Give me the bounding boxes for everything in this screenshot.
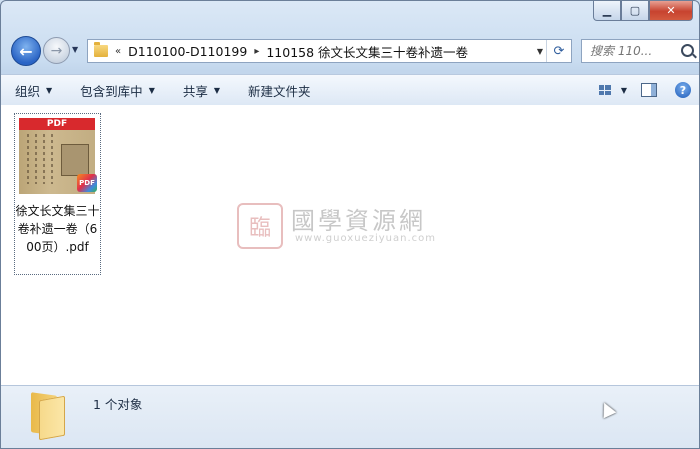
search-input[interactable] xyxy=(588,43,684,59)
page-illustration xyxy=(61,144,89,176)
file-item[interactable]: PDF PDF 徐文长文集三十卷补遗一卷（600页）.pdf xyxy=(14,113,101,275)
folder-front-decor xyxy=(39,395,65,441)
refresh-button[interactable]: ⟳ xyxy=(546,40,571,62)
search-icon[interactable] xyxy=(681,44,694,57)
breadcrumb-item[interactable]: D110100-D110199 xyxy=(128,44,247,59)
chevron-down-icon: ▼ xyxy=(46,85,53,95)
watermark: 臨 國學資源網 www.guoxueziyuan.com xyxy=(237,201,477,251)
chevron-down-icon: ▼ xyxy=(213,85,221,95)
mouse-cursor-icon xyxy=(597,399,617,419)
watermark-url: www.guoxueziyuan.com xyxy=(295,233,436,244)
search-box[interactable] xyxy=(581,39,699,63)
address-dropdown-icon[interactable]: ▼ xyxy=(537,47,543,56)
arrow-left-icon: ← xyxy=(19,41,33,61)
breadcrumb-separator-icon[interactable]: ▸ xyxy=(254,46,259,57)
refresh-icon: ⟳ xyxy=(553,43,565,59)
include-in-library-label: 包含到库中 xyxy=(80,83,143,99)
text-column-decor xyxy=(51,134,53,184)
maximize-button[interactable]: ▢ xyxy=(621,1,649,21)
recent-pages-dropdown[interactable]: ▼ xyxy=(72,45,78,54)
view-grid-icon xyxy=(598,85,611,95)
toolbar-right-controls: ▼ ? xyxy=(598,75,691,105)
pdf-app-icon: PDF xyxy=(77,174,97,192)
arrow-right-icon: → xyxy=(50,42,63,59)
item-count: 1 个对象 xyxy=(93,397,143,412)
chevron-down-icon: ▼ xyxy=(148,85,155,95)
watermark-title: 國學資源網 xyxy=(291,207,426,235)
preview-pane-button[interactable] xyxy=(641,83,657,97)
minimize-button[interactable]: ▁ xyxy=(593,1,621,21)
change-view-button[interactable]: ▼ xyxy=(598,85,627,95)
help-icon: ? xyxy=(679,83,687,97)
breadcrumb-current[interactable]: 110158 徐文长文集三十卷补遗一卷 xyxy=(266,42,468,61)
folder-icon xyxy=(94,42,108,57)
details-pane: 1 个对象 xyxy=(1,385,699,448)
organize-label: 组织 xyxy=(15,83,41,99)
include-in-library-button[interactable]: 包含到库中 ▼ xyxy=(66,75,169,105)
new-folder-label: 新建文件夹 xyxy=(248,83,311,99)
file-list-area[interactable]: PDF PDF 徐文长文集三十卷补遗一卷（600页）.pdf 臨 國學資源網 w… xyxy=(1,105,699,385)
command-bar: 组织 ▼ 包含到库中 ▼ 共享 ▼ 新建文件夹 ▼ ? xyxy=(1,74,699,106)
share-button[interactable]: 共享 ▼ xyxy=(169,75,234,105)
large-folder-icon xyxy=(31,392,65,441)
seal-logo-icon: 臨 xyxy=(237,203,283,249)
help-button[interactable]: ? xyxy=(675,82,691,98)
forward-button[interactable]: → xyxy=(43,37,70,64)
overflow-chevron-icon[interactable]: « xyxy=(115,46,121,57)
organize-button[interactable]: 组织 ▼ xyxy=(1,75,66,105)
text-column-decor xyxy=(43,134,45,184)
chevron-down-icon: ▼ xyxy=(620,85,627,95)
address-bar[interactable]: « D110100-D110199 ▸ 110158 徐文长文集三十卷补遗一卷 … xyxy=(87,39,572,63)
navigation-bar: ← → ▼ « D110100-D110199 ▸ 110158 徐文长文集三十… xyxy=(9,35,699,66)
text-column-decor xyxy=(27,134,29,184)
new-folder-button[interactable]: 新建文件夹 xyxy=(234,75,325,105)
share-label: 共享 xyxy=(182,83,208,99)
explorer-window: ▁ ▢ ✕ ← → ▼ « D110100-D110199 ▸ 110158 徐… xyxy=(0,0,700,449)
back-button[interactable]: ← xyxy=(11,36,41,66)
window-caption-buttons: ▁ ▢ ✕ xyxy=(593,1,693,21)
text-column-decor xyxy=(35,134,37,184)
file-name-label: 徐文长文集三十卷补遗一卷（600页）.pdf xyxy=(15,204,100,254)
pdf-thumbnail-header: PDF xyxy=(19,118,95,130)
close-button[interactable]: ✕ xyxy=(649,1,693,21)
